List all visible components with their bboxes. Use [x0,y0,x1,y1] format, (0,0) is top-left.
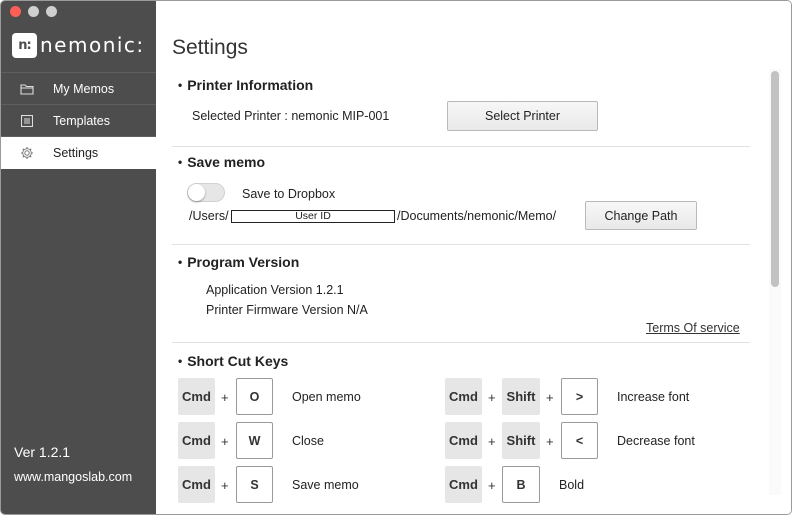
logo-text: nemonic: [40,33,145,57]
shortcut-action: Save memo [292,478,359,492]
plus-sign: + [221,478,229,493]
greater-than-key: > [561,378,598,415]
path-prefix: /Users/ [189,209,229,223]
plus-sign: + [488,434,496,449]
sidebar-nav: My Memos Templates Settings [1,72,156,169]
app-version-text: Application Version 1.2.1 [206,283,344,297]
cmd-key: Cmd [178,466,215,503]
sidebar-item-templates[interactable]: Templates [1,104,156,136]
plus-sign: + [221,390,229,405]
dropbox-toggle[interactable] [187,183,225,202]
plus-sign: + [546,390,554,405]
firmware-version-text: Printer Firmware Version N/A [206,303,368,317]
selected-printer-text: Selected Printer : nemonic MIP-001 [192,109,390,123]
b-key: B [502,466,540,503]
printer-section-title: • Printer Information [178,77,314,93]
logo-mark: n: [12,32,37,58]
sidebar: n: nemonic: My Memos Templates Settings … [1,1,156,514]
plus-sign: + [221,434,229,449]
shortcut-action: Decrease font [617,434,695,448]
app-window: n: nemonic: My Memos Templates Settings … [0,0,792,515]
plus-sign: + [488,478,496,493]
path-suffix: /Documents/nemonic/Memo/ [397,209,557,223]
sidebar-item-my-memos[interactable]: My Memos [1,72,156,104]
gear-icon [1,146,53,160]
user-id-field[interactable]: User ID [231,210,395,223]
page-title: Settings [172,36,248,59]
terms-of-service-link[interactable]: Terms Of service [646,321,740,335]
cmd-key: Cmd [178,422,215,459]
save-memo-section-title: • Save memo [178,154,266,170]
window-controls [10,6,57,17]
toggle-knob [188,184,205,201]
close-window-button[interactable] [10,6,21,17]
change-path-button[interactable]: Change Path [585,201,697,230]
sidebar-item-settings[interactable]: Settings [1,136,156,169]
cmd-key: Cmd [178,378,215,415]
plus-sign: + [546,434,554,449]
sidebar-item-label: Settings [53,146,99,160]
shortcut-action: Open memo [292,390,361,404]
cmd-key: Cmd [445,466,482,503]
bullet-icon: • [178,354,183,368]
bullet-icon: • [178,155,183,169]
website-link[interactable]: www.mangoslab.com [14,470,132,484]
shortcut-section-title: • Short Cut Keys [178,353,289,369]
template-icon [1,114,53,127]
cmd-key: Cmd [445,422,482,459]
s-key: S [236,466,273,503]
app-logo: n: nemonic: [12,32,145,58]
shift-key: Shift [502,378,540,415]
plus-sign: + [488,390,496,405]
program-version-section-title: • Program Version [178,254,300,270]
o-key: O [236,378,273,415]
sidebar-item-label: My Memos [53,81,115,96]
section-divider [172,342,750,343]
shortcut-action: Increase font [617,390,690,404]
section-divider [172,244,750,245]
settings-panel: Settings • Printer Information Selected P… [156,1,791,514]
zoom-window-button[interactable] [46,6,57,17]
dropbox-label: Save to Dropbox [242,187,336,201]
shortcut-action: Bold [559,478,585,492]
sidebar-item-label: Templates [53,113,110,128]
bullet-icon: • [178,78,183,92]
scrollbar-thumb[interactable] [771,71,779,287]
shift-key: Shift [502,422,540,459]
folder-icon [1,83,53,95]
w-key: W [236,422,273,459]
less-than-key: < [561,422,598,459]
cmd-key: Cmd [445,378,482,415]
select-printer-button[interactable]: Select Printer [447,101,598,131]
bullet-icon: • [178,255,183,269]
app-version: Ver 1.2.1 [14,444,71,460]
minimize-window-button[interactable] [28,6,39,17]
shortcut-action: Close [292,434,324,448]
section-divider [172,146,750,147]
